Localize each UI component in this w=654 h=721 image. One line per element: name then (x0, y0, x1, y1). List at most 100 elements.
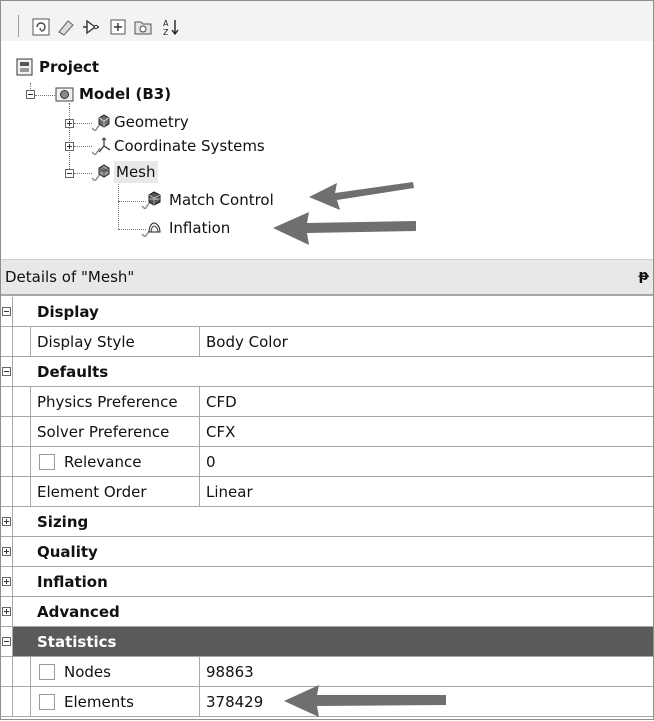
property-row[interactable]: Solver Preference CFX (1, 417, 653, 447)
category-row-sizing[interactable]: Sizing (1, 507, 653, 537)
property-row[interactable]: Element Order Linear (1, 477, 653, 507)
coordinate-systems-expand-toggle[interactable] (65, 142, 74, 151)
tree-item-label: Coordinate Systems (114, 137, 265, 155)
svg-text:Z: Z (163, 28, 169, 37)
svg-text:A: A (163, 19, 169, 28)
row-gutter (1, 567, 13, 596)
tree-item-label: Match Control (169, 191, 274, 209)
details-grid: Display Display Style Body Color Default… (1, 297, 653, 717)
details-title: Details of "Mesh" (5, 268, 135, 286)
match-control-icon (141, 191, 161, 209)
property-name-cell: Elements (30, 687, 200, 716)
category-row-statistics[interactable]: Statistics (1, 627, 653, 657)
property-value-cell[interactable]: Linear (200, 477, 653, 506)
property-row[interactable]: Physics Preference CFD (1, 387, 653, 417)
property-name: Nodes (64, 663, 111, 681)
category-row-advanced[interactable]: Advanced (1, 597, 653, 627)
row-gutter (1, 297, 13, 326)
property-row[interactable]: Relevance 0 (1, 447, 653, 477)
tree-connector (69, 103, 70, 175)
row-gutter (1, 537, 13, 566)
property-name-cell: Relevance (30, 447, 200, 476)
tree-item-label: Model (B3) (79, 85, 172, 103)
property-name: Solver Preference (37, 423, 170, 441)
property-value: Linear (206, 483, 253, 501)
expand-toggle[interactable] (2, 577, 11, 586)
property-value-cell[interactable]: CFD (200, 387, 653, 416)
property-value: Body Color (206, 333, 288, 351)
category-label: Statistics (37, 633, 117, 651)
geometry-expand-toggle[interactable] (65, 119, 74, 128)
toolbar-grip (18, 15, 19, 37)
property-name-cell: Nodes (30, 657, 200, 686)
model-collapse-toggle[interactable] (26, 90, 35, 99)
property-name: Element Order (37, 483, 147, 501)
details-header: Details of "Mesh" ᵽ (1, 259, 653, 294)
property-value: 0 (206, 453, 216, 471)
expand-toggle[interactable] (2, 517, 11, 526)
parameter-checkbox[interactable] (39, 454, 55, 470)
row-gutter (1, 357, 13, 386)
property-row[interactable]: Display Style Body Color (1, 327, 653, 357)
probe-icon[interactable] (81, 17, 101, 37)
divider (1, 294, 653, 296)
sort-az-icon[interactable]: AZ (161, 17, 181, 37)
row-gutter (1, 687, 13, 716)
geometry-icon (90, 113, 110, 131)
tree-item-label: Inflation (169, 219, 231, 237)
category-row-quality[interactable]: Quality (1, 537, 653, 567)
property-name-cell: Solver Preference (30, 417, 200, 446)
property-name: Elements (64, 693, 134, 711)
collapse-toggle[interactable] (2, 367, 11, 376)
inflation-icon (141, 219, 161, 237)
property-name: Physics Preference (37, 393, 178, 411)
row-gutter (1, 387, 13, 416)
property-name: Relevance (64, 453, 142, 471)
row-gutter (1, 447, 13, 476)
collapse-toggle[interactable] (2, 307, 11, 316)
property-value-cell: 378429 (200, 687, 653, 716)
property-value-cell[interactable]: 0 (200, 447, 653, 476)
tree-connector (118, 181, 119, 229)
property-name-cell: Element Order (30, 477, 200, 506)
category-label: Inflation (37, 573, 108, 591)
folder-icon[interactable] (133, 17, 153, 37)
refresh-icon[interactable] (31, 17, 51, 37)
tree-connector (35, 95, 55, 96)
category-row-defaults[interactable]: Defaults (1, 357, 653, 387)
property-name-cell: Display Style (30, 327, 200, 356)
pin-icon[interactable]: ᵽ (639, 268, 649, 284)
parameter-checkbox[interactable] (39, 664, 55, 680)
category-label: Display (37, 303, 99, 321)
tree-item-label: Project (39, 58, 100, 76)
tree-item-label: Mesh (114, 161, 158, 183)
property-row[interactable]: Nodes 98863 (1, 657, 653, 687)
mechanical-outline-window: AZ Project Model (B3) Geometry Coordinat… (0, 0, 654, 720)
expand-toggle[interactable] (2, 547, 11, 556)
parameter-checkbox[interactable] (39, 694, 55, 710)
property-name: Display Style (37, 333, 135, 351)
row-gutter (1, 657, 13, 686)
property-value-cell: 98863 (200, 657, 653, 686)
model-icon (55, 85, 75, 103)
expand-all-icon[interactable] (108, 17, 128, 37)
property-value-cell[interactable]: CFX (200, 417, 653, 446)
property-value-cell[interactable]: Body Color (200, 327, 653, 356)
tree-item-label: Geometry (114, 113, 189, 131)
property-value: 378429 (206, 693, 264, 711)
category-row-display[interactable]: Display (1, 297, 653, 327)
collapse-toggle[interactable] (2, 637, 11, 646)
tree-toolbar: AZ (1, 1, 653, 41)
category-label: Defaults (37, 363, 109, 381)
mesh-collapse-toggle[interactable] (65, 169, 74, 178)
category-label: Sizing (37, 513, 89, 531)
expand-toggle[interactable] (2, 607, 11, 616)
row-gutter (1, 597, 13, 626)
property-value: CFX (206, 423, 236, 441)
clear-icon[interactable] (56, 17, 76, 37)
property-value: CFD (206, 393, 237, 411)
property-row[interactable]: Elements 378429 (1, 687, 653, 717)
category-label: Advanced (37, 603, 120, 621)
category-row-inflation[interactable]: Inflation (1, 567, 653, 597)
outline-tree: Project Model (B3) Geometry Coordinate S… (1, 41, 653, 257)
